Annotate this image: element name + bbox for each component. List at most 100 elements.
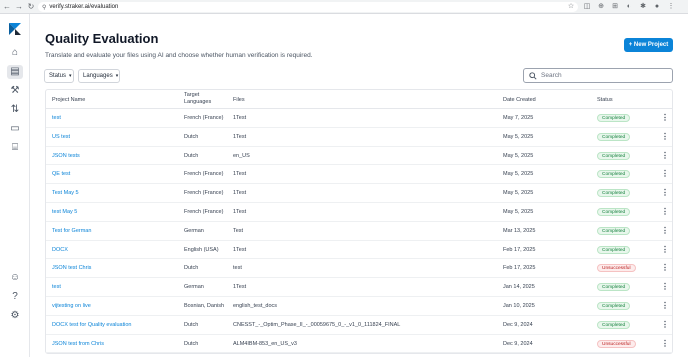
project-name-link[interactable]: DOCX (52, 241, 68, 259)
status-badge: Unsuccessful (597, 264, 636, 273)
date-created: May 5, 2025 (503, 152, 534, 159)
row-menu-icon[interactable]: ⋮ (661, 147, 669, 165)
files: ALM4IBM-853_en_US_v3 (233, 340, 297, 347)
profile-avatar-icon[interactable]: ● (652, 2, 662, 12)
status-filter[interactable]: Status ▾ (44, 69, 74, 83)
row-menu-icon[interactable]: ⋮ (661, 241, 669, 259)
status-badge: Completed (597, 170, 631, 179)
straker-logo[interactable] (8, 22, 22, 36)
table-row[interactable]: JSON tests Dutch en_US May 5, 2025 Completed… (46, 147, 672, 166)
table-header: Project Name Target Languages Files Date… (46, 90, 672, 109)
col-files[interactable]: Files (233, 97, 245, 103)
table-row[interactable]: test French (France) 1Test May 7, 2025 Compl… (46, 109, 672, 128)
project-name-link[interactable]: DOCX test for Quality evaluation (52, 316, 131, 334)
chevron-down-icon: ▾ (115, 73, 119, 79)
project-name-link[interactable]: vijtesting on live (52, 297, 91, 315)
evaluation-icon[interactable]: ▤ (7, 65, 23, 79)
date-created: May 5, 2025 (503, 190, 534, 197)
date-created: Jan 10, 2025 (503, 302, 535, 309)
site-info-icon[interactable]: ⚲ (42, 4, 46, 11)
date-created: Dec 9, 2024 (503, 340, 533, 347)
files: 1Test (233, 208, 247, 215)
wrench-icon[interactable]: ⚒ (7, 84, 23, 98)
table-row[interactable]: vijtesting on live Bosnian, Danish english… (46, 297, 672, 316)
table-row[interactable]: Test for German German Test Mar 13, 2025 Com… (46, 222, 672, 241)
row-menu-icon[interactable]: ⋮ (661, 335, 669, 353)
browser-toolbar: ← → ↻ ⚲ verify.straker.ai/evaluation ☆ ◫… (0, 0, 688, 14)
browser-menu-icon[interactable]: ⋮ (666, 2, 676, 12)
row-menu-icon[interactable]: ⋮ (661, 278, 669, 296)
project-name-link[interactable]: JSON test from Chris (52, 335, 104, 353)
extensions-puzzle-icon[interactable]: ✱ (638, 2, 648, 12)
target-languages: Dutch (184, 133, 199, 140)
table-row[interactable]: DOCX English (USA) 1Test Feb 17, 2025 Comple… (46, 241, 672, 260)
col-status[interactable]: Status (597, 97, 613, 103)
address-bar[interactable]: ⚲ verify.straker.ai/evaluation (38, 2, 578, 12)
project-name-link[interactable]: Test May 5 (52, 184, 79, 202)
date-created: May 5, 2025 (503, 133, 534, 140)
table-row[interactable]: test German 1Test Jan 14, 2025 Completed ⋮ (46, 278, 672, 297)
transfer-icon[interactable]: ⇅ (7, 103, 23, 117)
row-menu-icon[interactable]: ⋮ (661, 165, 669, 183)
target-languages: Dutch (184, 340, 199, 347)
files: 1Test (233, 284, 247, 291)
col-target-languages-2: Languages (184, 99, 212, 105)
row-menu-icon[interactable]: ⋮ (661, 259, 669, 277)
billing-card-icon[interactable]: ▭ (7, 122, 23, 136)
table-row[interactable]: QE test French (France) 1Test May 5, 2025 Co… (46, 165, 672, 185)
store-icon[interactable]: ⌸ (7, 141, 23, 155)
project-name-link[interactable]: JSON tests (52, 147, 80, 165)
project-name-link[interactable]: QE test (52, 165, 70, 183)
row-menu-icon[interactable]: ⋮ (661, 316, 669, 334)
search-icon (529, 71, 537, 80)
table-row[interactable]: US test Dutch 1Test May 5, 2025 Completed ⋮ (46, 128, 672, 147)
reload-icon[interactable]: ↻ (26, 1, 36, 13)
table-body: test French (France) 1Test May 7, 2025 Compl… (46, 109, 672, 354)
status-filter-label: Status (49, 73, 67, 79)
col-date-created[interactable]: Date Created (503, 97, 536, 103)
table-row[interactable]: Test May 5 French (France) 1Test May 5, 202… (46, 184, 672, 203)
status-badge: Completed (597, 245, 631, 254)
table-row[interactable]: DOCX test for Quality evaluation Dutch CNE… (46, 316, 672, 335)
search-input[interactable]: Search (523, 68, 673, 83)
settings-gear-icon[interactable]: ⚙ (7, 309, 23, 323)
extension-icon[interactable]: ⊕ (596, 2, 606, 12)
target-languages: French (France) (184, 171, 224, 178)
extension-icon[interactable]: ⊞ (610, 2, 620, 12)
status-badge: Unsuccessful (597, 339, 636, 348)
extension-icon[interactable]: ◫ (582, 2, 592, 12)
bookmark-star-icon[interactable]: ☆ (566, 2, 576, 12)
col-project-name[interactable]: Project Name (52, 97, 85, 103)
col-target-languages[interactable]: Target (184, 92, 199, 98)
project-name-link[interactable]: test (52, 278, 61, 296)
target-languages: English (USA) (184, 246, 219, 253)
extension-icon[interactable]: ◐ (624, 2, 634, 12)
row-menu-icon[interactable]: ⋮ (661, 222, 669, 240)
row-menu-icon[interactable]: ⋮ (661, 203, 669, 221)
languages-filter[interactable]: Languages ▾ (78, 69, 120, 83)
status-badge: Completed (597, 226, 631, 235)
project-name-link[interactable]: JSON test Chris (52, 259, 91, 277)
status-badge: Completed (597, 301, 631, 310)
smiley-feedback-icon[interactable]: ☺ (7, 271, 23, 285)
back-icon[interactable]: ← (2, 1, 12, 13)
new-project-button[interactable]: + New Project (624, 38, 673, 52)
row-menu-icon[interactable]: ⋮ (661, 297, 669, 315)
row-menu-icon[interactable]: ⋮ (661, 128, 669, 146)
row-menu-icon[interactable]: ⋮ (661, 109, 669, 127)
target-languages: Bosnian, Danish (184, 302, 225, 309)
table-row[interactable]: test May 5 French (France) 1Test May 5, 202… (46, 203, 672, 222)
project-name-link[interactable]: Test for German (52, 222, 91, 240)
home-icon[interactable]: ⌂ (7, 46, 23, 60)
row-menu-icon[interactable]: ⋮ (661, 184, 669, 202)
page-subtitle: Translate and evaluate your files using … (45, 52, 313, 59)
table-row[interactable]: JSON test Chris Dutch test Feb 17, 2025 Unsu… (46, 259, 672, 279)
status-badge: Completed (597, 189, 631, 198)
table-row[interactable]: JSON test from Chris Dutch ALM4IBM-853_en_… (46, 335, 672, 354)
project-name-link[interactable]: US test (52, 128, 70, 146)
target-languages: Dutch (184, 265, 199, 272)
project-name-link[interactable]: test May 5 (52, 203, 77, 221)
help-icon[interactable]: ? (7, 290, 23, 304)
forward-icon[interactable]: → (14, 1, 24, 13)
project-name-link[interactable]: test (52, 109, 61, 127)
